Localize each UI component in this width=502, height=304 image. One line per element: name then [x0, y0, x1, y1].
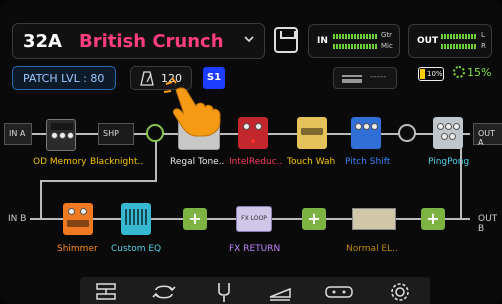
input-meter-label: IN — [317, 36, 328, 46]
knob — [51, 132, 58, 139]
save-icon[interactable] — [274, 27, 298, 53]
pedal-plate — [67, 220, 89, 227]
pedal-intelreduc[interactable] — [238, 117, 268, 149]
app-frame: 32A British Crunch IN Gtr Mic OUT L R PA… — [0, 0, 502, 304]
led — [251, 139, 255, 143]
output-meter-bar-r — [441, 44, 477, 49]
output-meter: OUT L R — [408, 24, 492, 58]
knob — [243, 123, 250, 130]
input-meter-bar-gtr — [333, 34, 377, 39]
output-meter-label: OUT — [417, 36, 439, 46]
pedal-custom-eq[interactable] — [121, 203, 151, 235]
input-a[interactable]: IN A — [4, 123, 32, 145]
slot-icon — [342, 75, 362, 83]
battery-indicator: 10% — [418, 67, 444, 81]
knob — [437, 123, 444, 130]
battery-percent: 10% — [427, 70, 443, 78]
chevron-down-icon — [244, 36, 254, 43]
knob — [67, 132, 74, 139]
output-a-label: OUT A — [478, 129, 496, 147]
knob — [449, 133, 456, 140]
knob — [59, 132, 66, 139]
cpu-icon — [453, 66, 465, 78]
patch-level-button[interactable]: PATCH LVL : 80 — [12, 66, 116, 90]
label-shimmer: Shimmer — [57, 244, 98, 254]
knob — [80, 208, 87, 215]
pedal-plate — [301, 128, 323, 135]
label-custom-eq: Custom EQ — [111, 244, 162, 254]
preset-number: 32A — [23, 31, 62, 52]
knob — [355, 123, 362, 130]
add-block-button-1[interactable]: + — [183, 208, 207, 230]
knob — [371, 123, 378, 130]
slope-icon[interactable] — [268, 281, 292, 303]
pedal-plate — [51, 123, 73, 130]
pedal-od-memory[interactable] — [46, 119, 76, 151]
bottom-toolbar — [80, 277, 430, 304]
add-block-button-2[interactable]: + — [302, 208, 326, 230]
label-intelreduc: IntelReduc.. — [229, 157, 283, 167]
knob — [441, 133, 448, 140]
cab-icon[interactable] — [324, 281, 354, 303]
knob — [68, 208, 75, 215]
tuner-icon[interactable] — [212, 281, 236, 303]
label-fx-return: FX RETURN — [229, 244, 281, 254]
input-meter-bar-mic — [333, 44, 377, 49]
label-normal-el: Normal EL.. — [346, 244, 398, 254]
metronome-icon — [140, 71, 154, 86]
eq-sliders — [125, 209, 147, 225]
amp-blacknight[interactable]: SHP — [98, 123, 134, 145]
merge-node-a[interactable] — [398, 124, 416, 142]
label-pingpong: PingPong — [428, 157, 470, 167]
pedal-pitch-shift[interactable] — [351, 117, 381, 149]
label-blacknight: Blacknight.. — [90, 157, 144, 167]
input-b[interactable]: IN B — [8, 214, 26, 224]
label-pitch-shift: Pitch Shift — [345, 157, 391, 167]
label-od-memory: OD Memory — [33, 157, 87, 167]
fx-loop-block[interactable]: FX LOOP — [236, 206, 272, 232]
output-b[interactable]: OUT B — [478, 214, 502, 234]
loop-icon[interactable] — [152, 281, 176, 303]
output-meter-ch2: R — [481, 42, 486, 50]
add-block-button-3[interactable]: + — [421, 208, 445, 230]
output-meter-ch1: L — [481, 31, 485, 39]
pedal-pingpong[interactable] — [433, 117, 463, 149]
label-touch-wah: Touch Wah — [287, 157, 336, 167]
input-meter-ch1: Gtr — [381, 31, 393, 39]
cpu-usage: 15% — [453, 66, 491, 79]
knob — [453, 123, 460, 130]
knob — [445, 123, 452, 130]
fx-loop-tag: FX LOOP — [241, 215, 267, 222]
wire-split-drop — [40, 180, 42, 218]
input-a-label: IN A — [9, 129, 26, 138]
input-meter: IN Gtr Mic — [308, 24, 400, 58]
pedal-touch-wah[interactable] — [297, 117, 327, 149]
output-a[interactable]: OUT A — [473, 123, 502, 147]
settings-icon[interactable] — [388, 281, 412, 303]
routing-icon[interactable] — [94, 281, 118, 303]
pedal-shimmer[interactable] — [63, 203, 93, 235]
output-meter-bar-l — [441, 34, 477, 39]
cab-normal-el[interactable] — [352, 208, 396, 230]
preset-selector[interactable]: 32A British Crunch — [12, 23, 265, 59]
amp-blacknight-tag: SHP — [103, 129, 119, 138]
slot-placeholder: ----- — [370, 72, 387, 82]
cpu-value: 15% — [467, 66, 492, 79]
label-regal-tone: Regal Tone.. — [170, 157, 225, 167]
pointing-hand-icon — [163, 78, 221, 137]
empty-slot-button[interactable]: ----- — [333, 67, 397, 89]
input-meter-ch2: Mic — [381, 42, 393, 50]
knob — [255, 123, 262, 130]
preset-name: British Crunch — [79, 31, 224, 52]
battery-fill — [420, 69, 425, 79]
knob — [363, 123, 370, 130]
wire-split-across — [40, 180, 157, 182]
